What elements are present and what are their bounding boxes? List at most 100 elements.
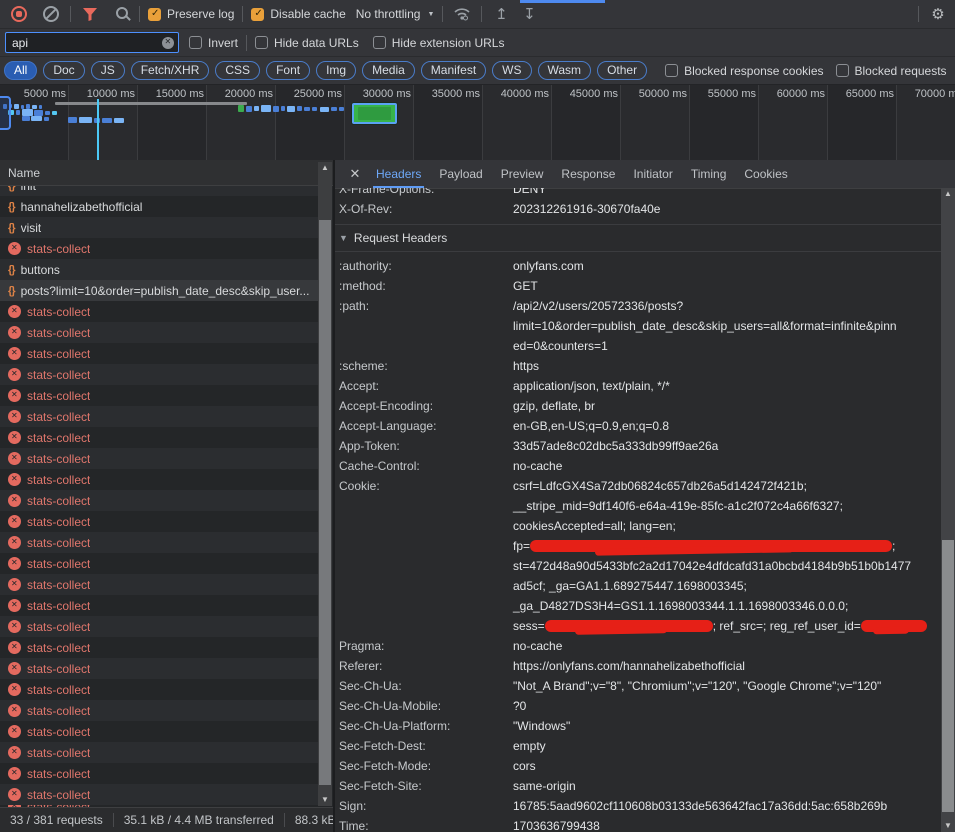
network-conditions-button[interactable]	[451, 3, 473, 25]
request-row[interactable]: stats-collect	[0, 238, 318, 259]
header-name: Sec-Ch-Ua:	[335, 676, 513, 696]
tab-cookies[interactable]: Cookies	[735, 160, 796, 188]
tab-timing[interactable]: Timing	[682, 160, 736, 188]
filter-input[interactable]	[6, 36, 152, 50]
preserve-log-label: Preserve log	[167, 7, 234, 21]
request-row[interactable]: stats-collect	[0, 322, 318, 343]
header-value-line: no-cache	[513, 456, 941, 476]
request-row[interactable]: stats-collect	[0, 721, 318, 742]
error-icon	[8, 326, 21, 339]
details-scrollbar[interactable]: ▲ ▼	[941, 188, 955, 832]
type-filter-img[interactable]: Img	[316, 61, 356, 80]
invert-checkbox[interactable]: Invert	[189, 36, 238, 50]
clear-button[interactable]	[40, 3, 62, 25]
request-header-row: Sec-Ch-Ua-Mobile:?0	[335, 696, 941, 716]
preserve-log-checkbox[interactable]: Preserve log	[148, 7, 234, 21]
tab-response[interactable]: Response	[552, 160, 624, 188]
import-har-button[interactable]: ↥	[490, 3, 512, 25]
tab-initiator[interactable]: Initiator	[624, 160, 681, 188]
request-row[interactable]: stats-collect	[0, 406, 318, 427]
request-row[interactable]: stats-collect	[0, 784, 318, 805]
record-icon	[11, 6, 27, 22]
request-row[interactable]: stats-collect	[0, 490, 318, 511]
scroll-up-icon[interactable]: ▲	[318, 162, 332, 174]
scroll-down-icon[interactable]: ▼	[941, 820, 955, 832]
close-details-button[interactable]: ✕	[343, 166, 367, 182]
name-column-header[interactable]: Name	[0, 160, 333, 186]
request-row[interactable]: stats-collect	[0, 595, 318, 616]
settings-button[interactable]: ⚙	[927, 3, 949, 25]
request-row[interactable]: stats-collect	[0, 469, 318, 490]
type-filter-font[interactable]: Font	[266, 61, 310, 80]
invert-label: Invert	[208, 36, 238, 50]
request-row[interactable]: stats-collect	[0, 679, 318, 700]
scroll-down-icon[interactable]: ▼	[318, 794, 332, 806]
request-row[interactable]: stats-collect	[0, 532, 318, 553]
request-row[interactable]: stats-collect	[0, 343, 318, 364]
request-row[interactable]: stats-collect	[0, 385, 318, 406]
request-row[interactable]: {}init	[0, 186, 318, 196]
request-row[interactable]: stats-collect	[0, 427, 318, 448]
header-name: :method:	[335, 276, 513, 296]
overview-window-handle[interactable]	[0, 96, 11, 130]
request-list-scrollbar[interactable]: ▲ ▼	[318, 162, 332, 806]
request-row[interactable]: {}visit	[0, 217, 318, 238]
throttling-select[interactable]: No throttling ▼	[356, 7, 435, 21]
request-name: stats-collect	[27, 389, 90, 403]
scrollbar-thumb[interactable]	[319, 220, 331, 785]
disable-cache-checkbox[interactable]: Disable cache	[251, 7, 345, 21]
request-row[interactable]: stats-collect	[0, 742, 318, 763]
request-row[interactable]: {}hannahelizabethofficial	[0, 196, 318, 217]
type-filter-other[interactable]: Other	[597, 61, 647, 80]
type-filter-ws[interactable]: WS	[492, 61, 531, 80]
checkbox-checked-icon	[148, 8, 161, 21]
request-row[interactable]: stats-collect	[0, 364, 318, 385]
type-filter-doc[interactable]: Doc	[43, 61, 84, 80]
export-har-button[interactable]: ↧	[518, 3, 540, 25]
tab-preview[interactable]: Preview	[492, 160, 553, 188]
record-button[interactable]	[8, 3, 30, 25]
request-row[interactable]: {}buttons	[0, 259, 318, 280]
header-value-line: /api2/v2/users/20572336/posts?	[513, 296, 941, 316]
type-filter-css[interactable]: CSS	[215, 61, 260, 80]
request-row[interactable]: stats-collect	[0, 574, 318, 595]
request-headers-section-header[interactable]: ▼ Request Headers	[335, 225, 941, 252]
type-filter-fetch-xhr[interactable]: Fetch/XHR	[131, 61, 210, 80]
request-row-selected[interactable]: {}posts?limit=10&order=publish_date_desc…	[0, 280, 318, 301]
request-row[interactable]: stats-collect	[0, 658, 318, 679]
request-row[interactable]: stats-collect	[0, 553, 318, 574]
header-value-line: st=472d48a90d5433bfc2a2d17042e4dfdcafd31…	[513, 556, 941, 576]
request-row[interactable]: stats-collect	[0, 763, 318, 784]
network-overview-timeline[interactable]: 5000 ms10000 ms15000 ms20000 ms25000 ms3…	[0, 85, 955, 161]
error-icon	[8, 620, 21, 633]
blocked-requests-checkbox[interactable]: Blocked requests	[836, 64, 947, 78]
filter-toggle-button[interactable]	[79, 3, 101, 25]
type-filter-js[interactable]: JS	[91, 61, 125, 80]
type-filter-media[interactable]: Media	[362, 61, 415, 80]
tab-payload[interactable]: Payload	[430, 160, 491, 188]
tab-headers[interactable]: Headers	[367, 160, 430, 188]
header-name: Accept-Language:	[335, 416, 513, 436]
request-row[interactable]: stats-collect	[0, 511, 318, 532]
header-value-line: ad5cf; _ga=GA1.1.689275447.1698003345;	[513, 576, 941, 596]
clear-filter-icon[interactable]	[162, 37, 174, 49]
scroll-up-icon[interactable]: ▲	[941, 188, 955, 200]
type-filter-all[interactable]: All	[4, 61, 37, 80]
request-row[interactable]: stats-collect	[0, 637, 318, 658]
request-row[interactable]: stats-collect	[0, 700, 318, 721]
header-value-line: GET	[513, 276, 941, 296]
request-row[interactable]: stats-collect	[0, 301, 318, 322]
type-filter-manifest[interactable]: Manifest	[421, 61, 486, 80]
hide-data-urls-checkbox[interactable]: Hide data URLs	[255, 36, 359, 50]
overview-tick: 50000 ms	[621, 88, 687, 100]
error-icon	[8, 368, 21, 381]
search-button[interactable]	[109, 3, 131, 25]
blocked-response-cookies-checkbox[interactable]: Blocked response cookies	[665, 64, 823, 78]
scrollbar-thumb[interactable]	[942, 540, 954, 812]
waterfall-bar	[22, 116, 30, 121]
type-filter-wasm[interactable]: Wasm	[538, 61, 592, 80]
hide-extension-urls-checkbox[interactable]: Hide extension URLs	[373, 36, 505, 50]
request-row[interactable]: stats-collect	[0, 448, 318, 469]
error-icon	[8, 410, 21, 423]
request-row[interactable]: stats-collect	[0, 616, 318, 637]
